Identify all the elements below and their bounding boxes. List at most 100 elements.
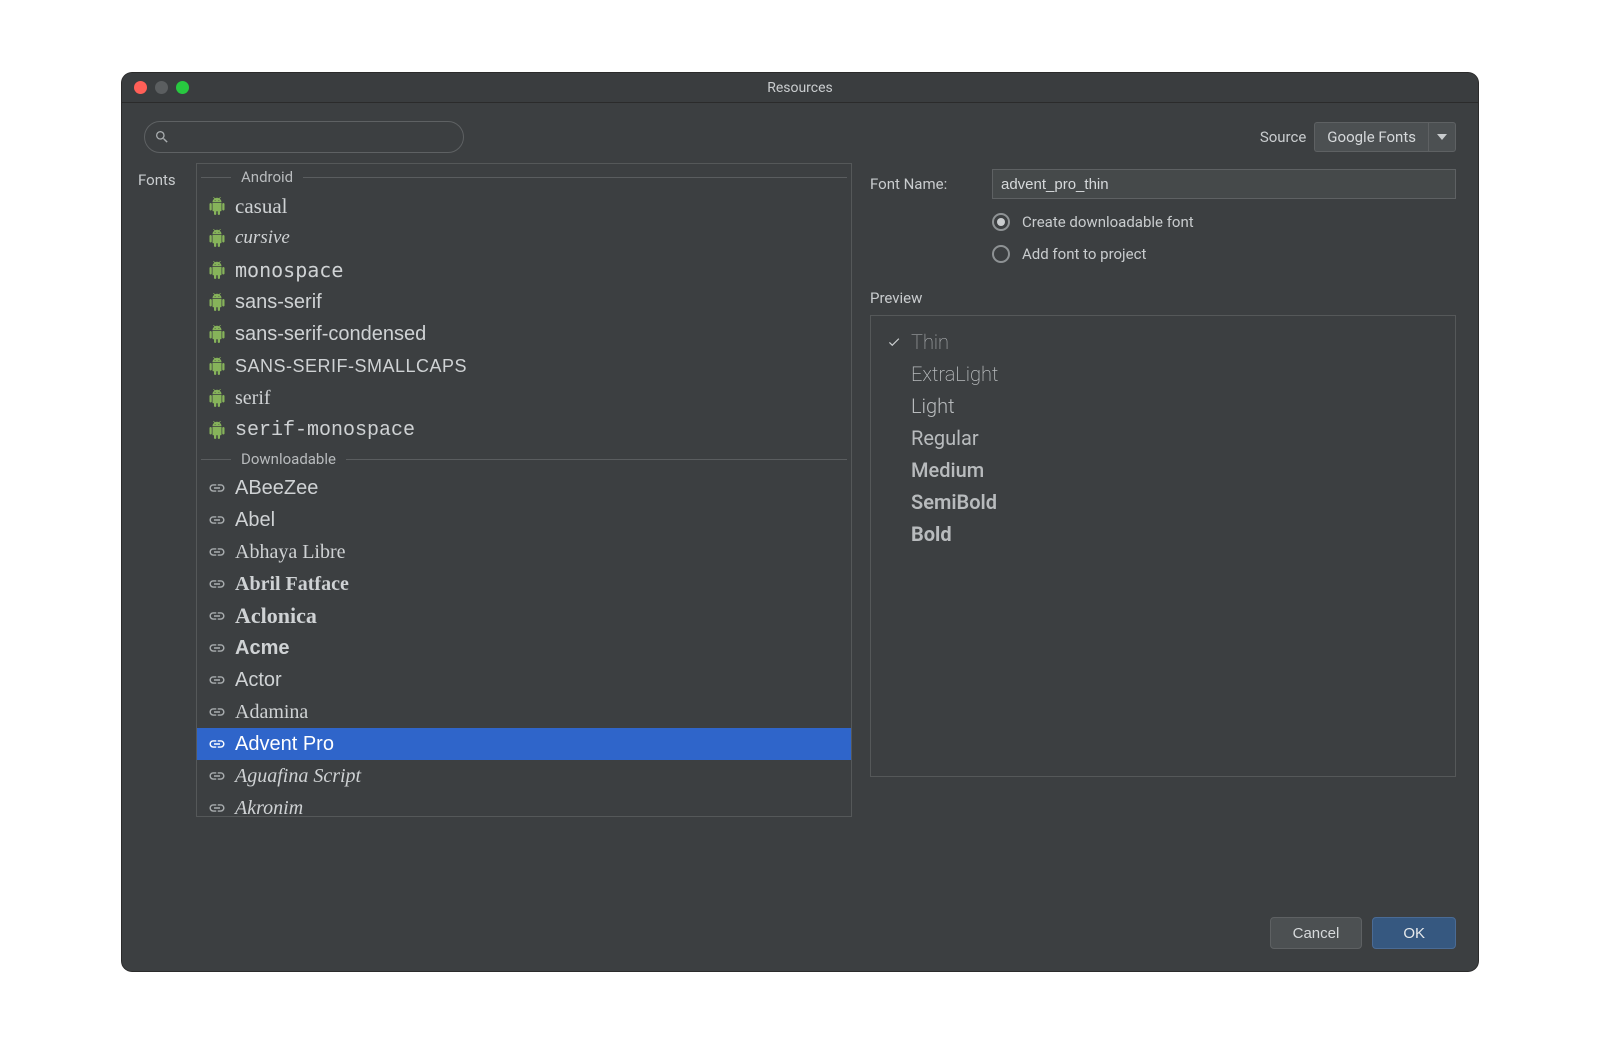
font-item-label: monospace <box>235 258 343 282</box>
window-title: Resources <box>122 80 1478 96</box>
font-list-item[interactable]: sans-serif-condensed <box>197 318 851 350</box>
dialog-body: Fonts Android casual cursive monospace sans-… <box>122 163 1478 901</box>
font-list-item[interactable]: Abel <box>197 504 851 536</box>
left-column: Fonts Android casual cursive monospace sans-… <box>132 163 852 901</box>
font-item-label: SANS-SERIF-SMALLCAPS <box>235 356 467 377</box>
font-item-label: cursive <box>235 227 290 249</box>
radio-icon <box>992 245 1010 263</box>
android-icon <box>207 420 227 440</box>
chevron-down-icon <box>1428 122 1456 152</box>
font-list-item[interactable]: ABeeZee <box>197 472 851 504</box>
check-icon <box>885 335 903 349</box>
font-item-label: Abel <box>235 509 275 532</box>
font-item-label: casual <box>235 194 287 219</box>
preview-weight-item[interactable]: ExtraLight <box>885 358 1441 390</box>
fonts-section-label: Fonts <box>132 163 188 901</box>
preview-weight-label: Thin <box>911 330 949 354</box>
radio-icon <box>992 213 1010 231</box>
toolbar: Source Google Fonts <box>122 103 1478 163</box>
font-list-item[interactable]: casual <box>197 190 851 222</box>
font-list-item[interactable]: sans-serif <box>197 286 851 318</box>
font-item-label: Abhaya Libre <box>235 541 346 564</box>
font-list-item[interactable]: serif-monospace <box>197 414 851 446</box>
link-icon <box>207 702 227 722</box>
source-label: Source <box>1260 128 1306 146</box>
font-item-label: serif-monospace <box>235 419 415 442</box>
font-item-label: Adamina <box>235 701 308 724</box>
link-icon <box>207 638 227 658</box>
preview-weight-item[interactable]: Bold <box>885 518 1441 550</box>
font-item-label: Acme <box>235 637 289 660</box>
right-column: Font Name: Create downloadable font Add … <box>870 163 1456 901</box>
radio-label: Create downloadable font <box>1022 213 1194 231</box>
font-list-item[interactable]: Acme <box>197 632 851 664</box>
ok-button[interactable]: OK <box>1372 917 1456 949</box>
font-name-label: Font Name: <box>870 175 982 193</box>
font-list-item[interactable]: Advent Pro <box>197 728 851 760</box>
font-item-label: Abril Fatface <box>235 573 349 596</box>
font-list-item[interactable]: Aclonica <box>197 600 851 632</box>
preview-weight-label: Bold <box>911 522 952 546</box>
link-icon <box>207 766 227 786</box>
link-icon <box>207 478 227 498</box>
source-dropdown[interactable]: Google Fonts <box>1314 122 1456 152</box>
preview-weight-item[interactable]: Thin <box>885 326 1441 358</box>
font-item-label: sans-serif <box>235 291 322 314</box>
font-item-label: Actor <box>235 669 282 692</box>
close-window-button[interactable] <box>134 81 147 94</box>
font-item-label: Akronim <box>235 797 303 818</box>
cancel-button[interactable]: Cancel <box>1270 917 1363 949</box>
preview-weight-item[interactable]: Medium <box>885 454 1441 486</box>
link-icon <box>207 734 227 754</box>
preview-weight-label: SemiBold <box>911 490 997 514</box>
resources-dialog: Resources Source Google Fonts Fonts Andr… <box>122 73 1478 971</box>
preview-weight-label: Light <box>911 394 955 418</box>
radio-add-to-project[interactable]: Add font to project <box>992 245 1456 263</box>
font-group-header: Downloadable <box>197 446 851 472</box>
radio-label: Add font to project <box>1022 245 1146 263</box>
zoom-window-button[interactable] <box>176 81 189 94</box>
font-list-item[interactable]: Adamina <box>197 696 851 728</box>
source-dropdown-value: Google Fonts <box>1314 122 1428 152</box>
dialog-footer: Cancel OK <box>122 901 1478 971</box>
link-icon <box>207 670 227 690</box>
link-icon <box>207 606 227 626</box>
preview-weight-item[interactable]: Regular <box>885 422 1441 454</box>
font-item-label: Aclonica <box>235 603 317 629</box>
android-icon <box>207 260 227 280</box>
font-list[interactable]: Android casual cursive monospace sans-serif s… <box>196 163 852 817</box>
link-icon <box>207 574 227 594</box>
titlebar: Resources <box>122 73 1478 103</box>
font-list-item[interactable]: monospace <box>197 254 851 286</box>
font-item-label: ABeeZee <box>235 477 318 500</box>
link-icon <box>207 510 227 530</box>
font-list-item[interactable]: serif <box>197 382 851 414</box>
font-item-label: serif <box>235 387 271 410</box>
font-name-input[interactable] <box>992 169 1456 199</box>
font-list-item[interactable]: cursive <box>197 222 851 254</box>
font-list-item[interactable]: Aguafina Script <box>197 760 851 792</box>
link-icon <box>207 798 227 817</box>
font-list-item[interactable]: Abhaya Libre <box>197 536 851 568</box>
font-list-item[interactable]: Akronim <box>197 792 851 817</box>
android-icon <box>207 196 227 216</box>
radio-create-downloadable[interactable]: Create downloadable font <box>992 213 1456 231</box>
font-item-label: Advent Pro <box>235 733 334 756</box>
preview-box: Thin ExtraLight Light Regular Medium SemiBold… <box>870 315 1456 777</box>
font-group-header: Android <box>197 164 851 190</box>
android-icon <box>207 388 227 408</box>
preview-weight-label: ExtraLight <box>911 362 998 386</box>
android-icon <box>207 228 227 248</box>
minimize-window-button[interactable] <box>155 81 168 94</box>
android-icon <box>207 324 227 344</box>
font-list-item[interactable]: SANS-SERIF-SMALLCAPS <box>197 350 851 382</box>
search-input[interactable] <box>144 121 464 153</box>
preview-weight-item[interactable]: Light <box>885 390 1441 422</box>
preview-weight-label: Regular <box>911 426 979 450</box>
font-list-item[interactable]: Abril Fatface <box>197 568 851 600</box>
preview-weight-item[interactable]: SemiBold <box>885 486 1441 518</box>
android-icon <box>207 356 227 376</box>
preview-weight-label: Medium <box>911 458 984 482</box>
font-list-item[interactable]: Actor <box>197 664 851 696</box>
search-field-wrap <box>144 121 464 153</box>
